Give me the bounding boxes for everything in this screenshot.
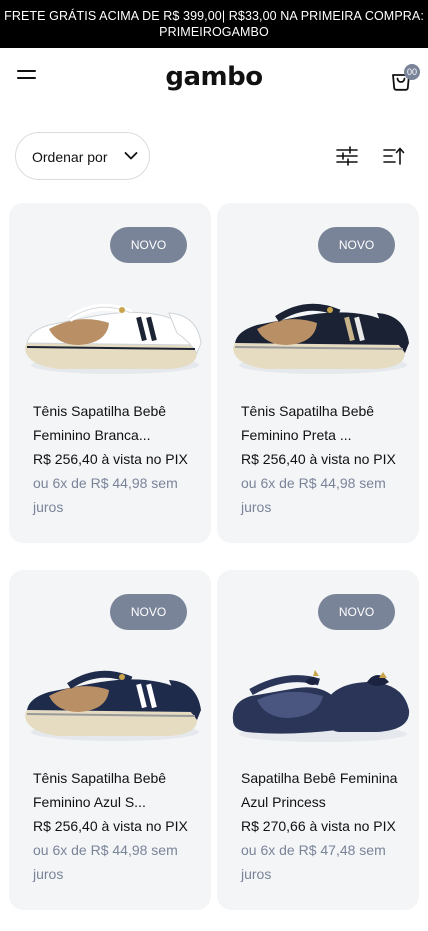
promo-bar: FRETE GRÁTIS ACIMA DE R$ 399,00| R$33,00… bbox=[0, 0, 428, 48]
product-card[interactable]: NOVO Tênis Sapatilha Bebê Feminino Preta… bbox=[217, 203, 419, 543]
product-name[interactable]: Tênis Sapatilha Bebê Feminino Azul S... bbox=[33, 766, 193, 814]
product-price: R$ 256,40 à vista no PIX bbox=[33, 451, 188, 467]
product-card[interactable]: NOVO Sapatilha Bebê Feminina Azul Prince… bbox=[217, 570, 419, 910]
cart-count-badge: 00 bbox=[404, 64, 420, 80]
product-price: R$ 270,66 à vista no PIX bbox=[241, 818, 396, 834]
product-installments: ou 6x de R$ 44,98 sem juros bbox=[241, 475, 386, 515]
sliders-icon[interactable] bbox=[336, 146, 358, 166]
site-header: gambo 00 bbox=[0, 48, 428, 108]
product-card[interactable]: NOVO Tênis Sapatilha Bebê Feminino Azul … bbox=[9, 570, 211, 910]
product-name[interactable]: Tênis Sapatilha Bebê Feminino Branca... bbox=[33, 399, 193, 447]
product-price: R$ 256,40 à vista no PIX bbox=[33, 818, 188, 834]
product-installments: ou 6x de R$ 44,98 sem juros bbox=[33, 475, 178, 515]
product-image[interactable] bbox=[19, 253, 204, 383]
product-price: R$ 256,40 à vista no PIX bbox=[241, 451, 396, 467]
cart-button[interactable]: 00 bbox=[389, 64, 420, 92]
sort-dropdown[interactable]: Ordenar por bbox=[15, 132, 150, 180]
promo-line-2: PRIMEIROGAMBO bbox=[159, 25, 269, 39]
product-image[interactable] bbox=[227, 620, 412, 750]
product-card[interactable]: NOVO Tênis Sapatilha Bebê Feminino Branc… bbox=[9, 203, 211, 543]
product-image[interactable] bbox=[227, 253, 412, 383]
product-image[interactable] bbox=[19, 620, 204, 750]
product-name[interactable]: Tênis Sapatilha Bebê Feminino Preta ... bbox=[241, 399, 401, 447]
product-installments: ou 6x de R$ 44,98 sem juros bbox=[33, 842, 178, 882]
sort-ascending-icon[interactable] bbox=[383, 146, 405, 166]
sort-label: Ordenar por bbox=[32, 149, 108, 165]
product-name[interactable]: Sapatilha Bebê Feminina Azul Princess bbox=[241, 766, 401, 814]
brand-logo[interactable]: gambo bbox=[0, 62, 428, 92]
product-installments: ou 6x de R$ 47,48 sem juros bbox=[241, 842, 386, 882]
chevron-down-icon bbox=[124, 152, 138, 160]
promo-line-1: FRETE GRÁTIS ACIMA DE R$ 399,00| R$33,00… bbox=[4, 9, 424, 23]
